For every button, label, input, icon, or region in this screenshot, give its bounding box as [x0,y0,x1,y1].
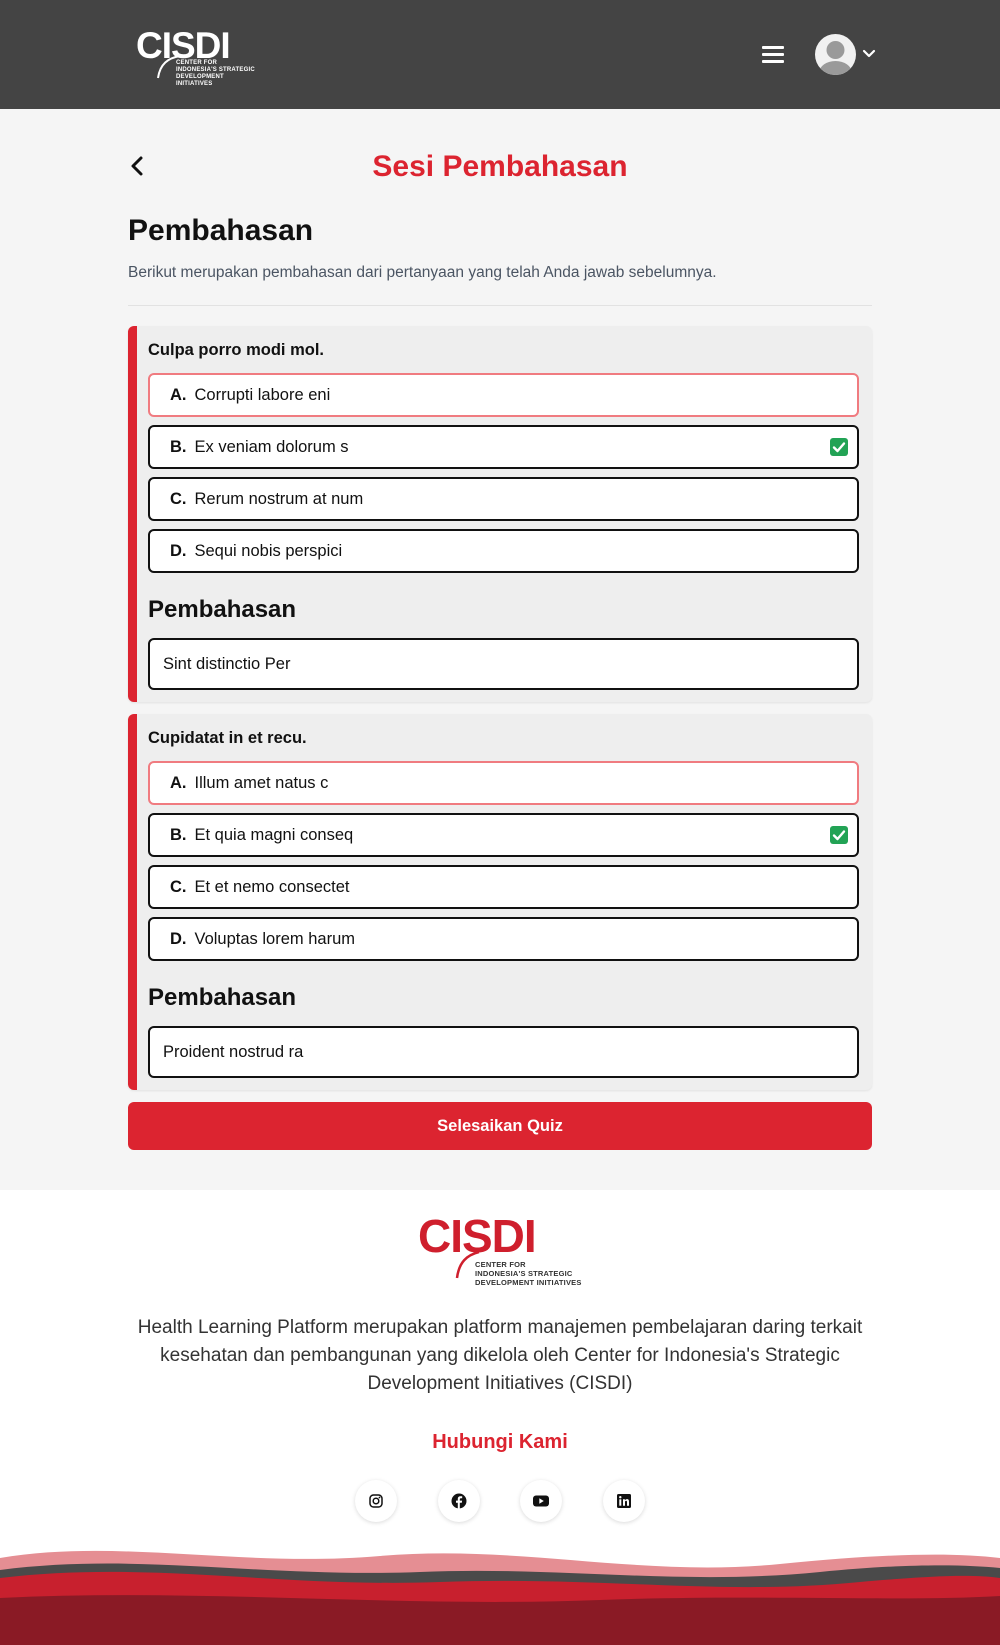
decorative-waves [0,1550,1000,1645]
answer-option-c[interactable]: C. Et et nemo consectet [148,865,859,909]
section-title: Pembahasan [128,214,314,247]
option-label: Et quia magni conseq [194,825,354,844]
cisdi-logo[interactable]: CISDI CENTER FOR INDONESIA'S STRATEGIC D… [136,27,261,87]
check-icon [830,826,848,844]
footer-cisdi-logo[interactable]: CISDI CENTER FOR INDONESIA'S STRATEGIC D… [418,1210,588,1287]
answer-option-a[interactable]: A. Illum amet natus c [148,761,859,805]
answer-option-d[interactable]: D. Sequi nobis perspici [148,529,859,573]
answer-option-b[interactable]: B. Et quia magni conseq [148,813,859,857]
check-icon [830,438,848,456]
contact-us-link[interactable]: Hubungi Kami [0,1431,1000,1454]
answer-option-a[interactable]: A. Corrupti labore eni [148,373,859,417]
top-navbar: CISDI CENTER FOR INDONESIA'S STRATEGIC D… [0,0,1000,109]
option-label: Illum amet natus c [194,773,329,792]
explanation-text: Proident nostrud ra [163,1042,304,1061]
question-text: Cupidatat in et recu. [148,729,307,747]
answer-option-c[interactable]: C. Rerum nostrum at num [148,477,859,521]
explanation-title: Pembahasan [148,596,297,623]
instagram-icon[interactable] [355,1480,397,1522]
option-label: Ex veniam dolorum s [194,437,349,456]
divider [128,305,872,306]
question-text: Culpa porro modi mol. [148,341,324,359]
footer: CISDI CENTER FOR INDONESIA'S STRATEGIC D… [0,1190,1000,1645]
option-label: Et et nemo consectet [194,877,350,896]
logo-subtitle: CENTER FOR INDONESIA'S STRATEGIC DEVELOP… [475,1260,582,1287]
linkedin-icon[interactable] [603,1480,645,1522]
section-description: Berikut merupakan pembahasan dari pertan… [128,264,717,281]
explanation-text: Sint distinctio Per [163,654,291,673]
page-title: Sesi Pembahasan [372,150,628,183]
facebook-icon[interactable] [438,1480,480,1522]
footer-description: Health Learning Platform merupakan platf… [137,1317,863,1394]
answer-option-b[interactable]: B. Ex veniam dolorum s [148,425,859,469]
logo-subtitle: CENTER FOR INDONESIA'S STRATEGIC DEVELOP… [176,60,255,87]
option-label: Rerum nostrum at num [194,489,364,508]
logo-wordmark: CISDI [418,1210,537,1262]
option-label: Voluptas lorem harum [194,929,356,948]
question-card-1: Culpa porro modi mol. A. Corrupti labore… [128,326,872,702]
explanation-box: Proident nostrud ra [148,1026,859,1078]
answer-option-d[interactable]: D. Voluptas lorem harum [148,917,859,961]
avatar[interactable] [815,34,856,75]
finish-quiz-button[interactable]: Selesaikan Quiz [128,1102,872,1150]
youtube-icon[interactable] [520,1480,562,1522]
chevron-down-icon[interactable] [862,47,876,61]
explanation-title: Pembahasan [148,984,297,1011]
explanation-box: Sint distinctio Per [148,638,859,690]
question-card-2: Cupidatat in et recu. A. Illum amet natu… [128,714,872,1090]
menu-icon[interactable] [762,46,784,64]
option-label: Corrupti labore eni [194,385,331,404]
option-label: Sequi nobis perspici [194,541,343,560]
